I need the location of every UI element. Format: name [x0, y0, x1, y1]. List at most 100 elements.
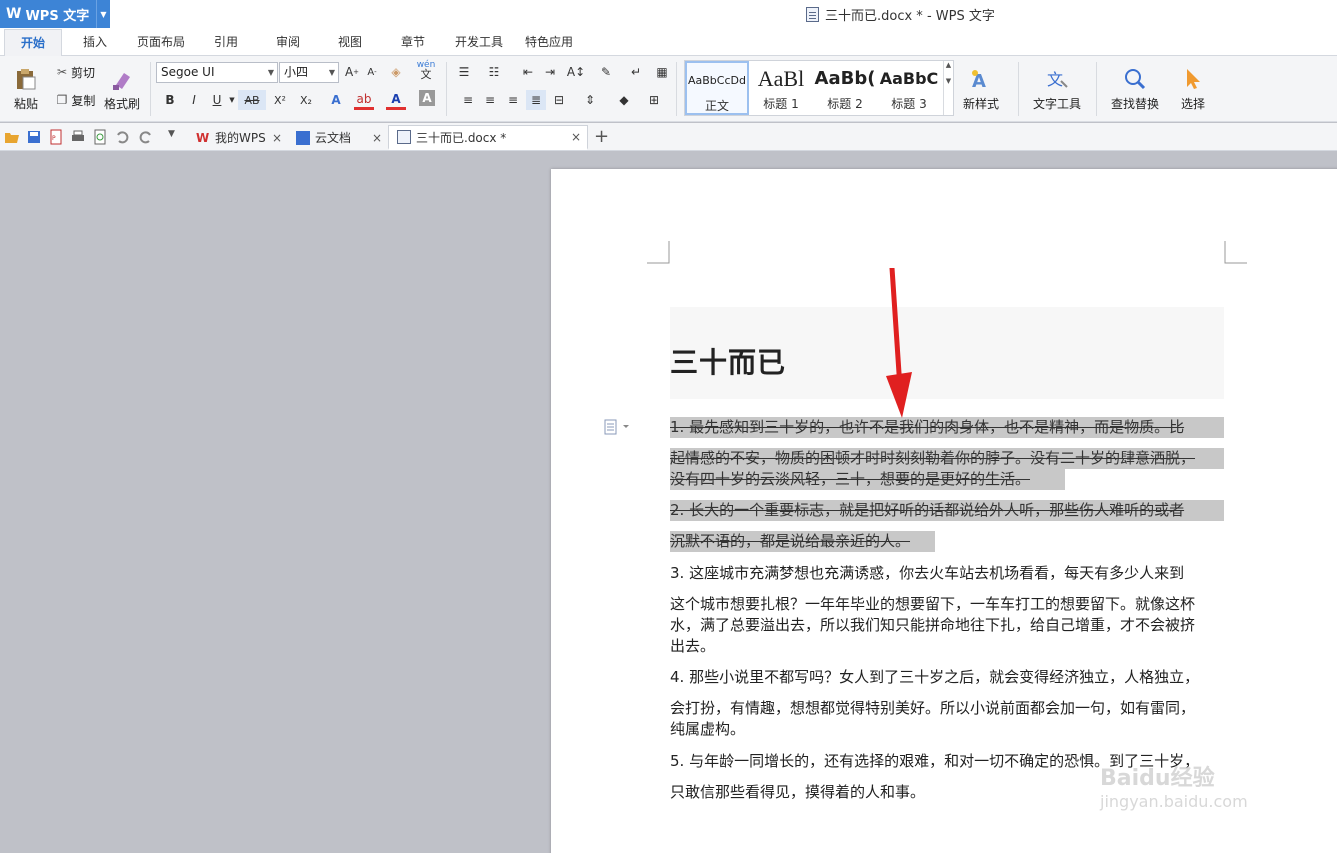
- style-name: 标题 2: [827, 97, 863, 111]
- paste-button[interactable]: 粘贴: [6, 62, 46, 116]
- cut-label: 剪切: [71, 65, 96, 80]
- save-icon[interactable]: [26, 129, 42, 145]
- cursor-icon: [1187, 68, 1200, 89]
- export-pdf-icon[interactable]: P: [48, 129, 64, 145]
- pinyin-button[interactable]: wén 文: [412, 60, 440, 81]
- document-page[interactable]: 三十而已 1. 最先感知到三十岁的，也许不是我们的肉身体，也不是精神，而是物质。…: [551, 169, 1337, 853]
- style-heading-3[interactable]: AaBbC 标题 3: [877, 61, 941, 115]
- close-icon[interactable]: ×: [571, 130, 581, 144]
- shading-icon[interactable]: ◆: [614, 90, 634, 110]
- shrink-font-button[interactable]: A-: [362, 62, 382, 82]
- styles-scroll[interactable]: ▲ ▼: [943, 61, 953, 115]
- text-line: 3. 这座城市充满梦想也充满诱惑，你去火车站去机场看看，每天有多少人来到: [670, 564, 1185, 582]
- chevron-down-icon[interactable]: ▼: [226, 90, 238, 110]
- align-left-icon[interactable]: ≡: [458, 90, 478, 110]
- distribute-icon[interactable]: ⊟: [549, 90, 569, 110]
- subscript-button[interactable]: X₂: [296, 90, 316, 110]
- styles-gallery: AaBbCcDd 正文 AaBl 标题 1 AaBb( 标题 2 AaBbC 标…: [684, 60, 954, 116]
- text-line: 会打扮，有情趣，想想都觉得特别美好。所以小说前面都会加一句，如有雷同，: [670, 699, 1196, 717]
- divider: [446, 62, 447, 116]
- italic-button[interactable]: I: [184, 90, 204, 110]
- style-heading-2[interactable]: AaBb( 标题 2: [813, 61, 877, 115]
- align-right-icon[interactable]: ≡: [503, 90, 523, 110]
- cloud-doc-icon: [296, 130, 310, 145]
- bold-button[interactable]: B: [160, 90, 180, 110]
- tab-references[interactable]: 引用: [204, 29, 248, 56]
- text-line: 4. 那些小说里不都写吗？女人到了三十岁之后，就会变得经济独立，人格独立，: [670, 668, 1200, 686]
- style-name: 正文: [704, 99, 729, 113]
- decrease-indent-icon[interactable]: ⇤: [518, 62, 538, 82]
- table-icon[interactable]: ▦: [652, 62, 672, 82]
- new-style-icon: A: [972, 69, 986, 91]
- print-preview-icon[interactable]: [92, 129, 108, 145]
- tab-home[interactable]: 开始: [4, 29, 62, 57]
- text-tools-icon: 文: [1047, 70, 1068, 89]
- char-shading-icon[interactable]: A: [419, 90, 435, 106]
- tab-special[interactable]: 特色应用: [520, 29, 578, 56]
- font-size-select[interactable]: 小四 ▼: [279, 62, 339, 83]
- text-effect-icon[interactable]: A: [326, 90, 346, 110]
- tab-review[interactable]: 审阅: [266, 29, 310, 56]
- wps-logo-icon: W: [6, 6, 22, 22]
- svg-text:P: P: [52, 135, 56, 142]
- align-center-icon[interactable]: ≡: [480, 90, 500, 110]
- text-direction-icon[interactable]: A↕: [566, 62, 586, 82]
- underline-button[interactable]: U: [207, 90, 227, 110]
- doc-tab-label: 三十而已.docx *: [416, 130, 507, 145]
- text-tools-button[interactable]: 文 文字工具: [1026, 62, 1088, 116]
- style-normal[interactable]: AaBbCcDd 正文: [685, 61, 749, 115]
- doc-tab-label: 云文档: [315, 131, 352, 145]
- chevron-down-icon: ▼: [328, 68, 335, 77]
- tab-developer[interactable]: 开发工具: [450, 29, 508, 56]
- customize-icon[interactable]: ▼: [168, 129, 184, 145]
- tab-view[interactable]: 视图: [328, 29, 372, 56]
- text-line: 这个城市想要扎根？一年年毕业的想要留下，一车车打工的想要留下。就像这杯: [670, 595, 1196, 613]
- wen-char: 文: [420, 68, 432, 81]
- clear-format-icon[interactable]: ◈: [386, 62, 406, 82]
- style-heading-1[interactable]: AaBl 标题 1: [749, 61, 813, 115]
- bullet-list-icon[interactable]: ☰: [454, 62, 474, 82]
- copy-icon: ❐: [56, 93, 68, 107]
- document-title[interactable]: 三十而已: [670, 341, 786, 381]
- new-style-button[interactable]: A 新样式: [958, 62, 1004, 116]
- paragraph-handle-icon[interactable]: [604, 419, 630, 435]
- chevron-down-icon: ▼: [267, 68, 274, 77]
- highlight-icon[interactable]: ab: [354, 90, 374, 110]
- select-button[interactable]: 选择: [1170, 62, 1216, 116]
- tab-page-layout[interactable]: 页面布局: [132, 29, 190, 56]
- doc-tab-cloud[interactable]: 云文档 ×: [288, 125, 388, 150]
- numbered-list-icon[interactable]: ☷: [484, 62, 504, 82]
- format-painter-button[interactable]: 格式刷: [102, 62, 142, 116]
- font-name-select[interactable]: Segoe UI ▼: [156, 62, 278, 83]
- text-tools-label: 文字工具: [1032, 96, 1081, 111]
- close-icon[interactable]: ×: [372, 131, 382, 145]
- tab-insert[interactable]: 插入: [70, 29, 120, 56]
- line-spacing-icon[interactable]: ⇕: [580, 90, 600, 110]
- cut-button[interactable]: ✂ 剪切: [52, 62, 100, 82]
- strikethrough-button[interactable]: AB: [238, 90, 266, 110]
- text-line: 水，满了总要溢出去，所以我们知只能拼命地往下扎，给自己增重，才不会被挤: [670, 616, 1196, 634]
- font-color-icon[interactable]: A: [386, 90, 406, 110]
- tab-chapter[interactable]: 章节: [391, 29, 435, 56]
- pinyin-guide-icon[interactable]: ✎: [596, 62, 616, 82]
- style-preview: AaBl: [757, 66, 805, 91]
- chevron-down-icon[interactable]: ▼: [96, 0, 110, 28]
- superscript-button[interactable]: X²: [270, 90, 290, 110]
- new-tab-icon[interactable]: +: [594, 126, 610, 147]
- doc-tab-my-wps[interactable]: W 我的WPS ×: [188, 125, 288, 150]
- justify-icon[interactable]: ≣: [526, 90, 546, 110]
- undo-icon[interactable]: [114, 129, 130, 145]
- grow-font-button[interactable]: A +: [342, 62, 362, 82]
- print-icon[interactable]: [70, 129, 86, 145]
- show-marks-icon[interactable]: ↵: [626, 62, 646, 82]
- close-icon[interactable]: ×: [272, 131, 282, 145]
- open-folder-icon[interactable]: [4, 129, 20, 145]
- increase-indent-icon[interactable]: ⇥: [540, 62, 560, 82]
- app-menu-button[interactable]: W WPS 文字 ▼: [0, 0, 110, 28]
- doc-tab-current[interactable]: 三十而已.docx * ×: [388, 125, 588, 150]
- borders-icon[interactable]: ⊞: [644, 90, 664, 110]
- doc-tab-label: 我的WPS: [215, 131, 266, 145]
- copy-button[interactable]: ❐ 复制: [52, 90, 100, 110]
- redo-icon[interactable]: [138, 129, 154, 145]
- find-replace-button[interactable]: 查找替换: [1104, 62, 1166, 116]
